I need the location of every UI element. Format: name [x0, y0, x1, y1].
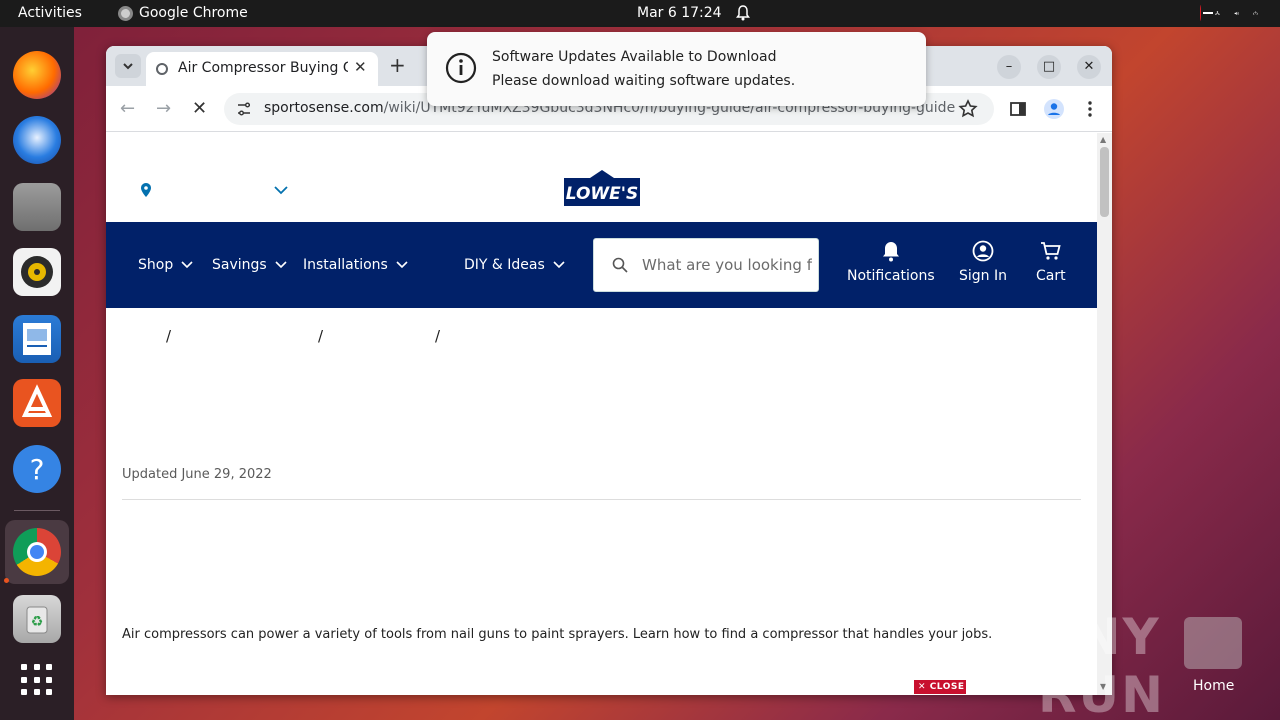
home-folder-icon[interactable] — [1184, 617, 1242, 669]
app-name: Google Chrome — [139, 5, 248, 21]
sign-in-label: Sign In — [959, 268, 1007, 284]
notifications-label: Notifications — [847, 268, 935, 284]
ad-close-label: CLOSE — [929, 682, 965, 692]
rhythmbox-icon[interactable] — [13, 248, 61, 296]
cart-link[interactable]: Cart — [1036, 240, 1066, 284]
watermark: ANY RUN — [1038, 608, 1165, 720]
chrome-window: Air Compressor Buying Guide ✕ + – □ ✕ ← … — [106, 46, 1112, 695]
chevron-down-icon — [275, 261, 287, 269]
notification-body: Please download waiting software updates… — [492, 73, 796, 89]
app-center-icon[interactable] — [13, 379, 61, 427]
cart-label: Cart — [1036, 268, 1066, 284]
site-info-icon[interactable] — [236, 101, 252, 117]
chevron-down-icon — [553, 261, 565, 269]
forward-button[interactable]: → — [156, 98, 171, 119]
volume-icon — [1234, 11, 1239, 15]
nav-diy-ideas[interactable]: DIY & Ideas — [464, 257, 565, 273]
breadcrumb-separator: / — [318, 327, 324, 345]
bookmark-star-icon[interactable] — [957, 98, 979, 120]
site-nav-bar: Shop Savings Installations DIY & Ideas W… — [106, 222, 1097, 308]
firefox-icon[interactable] — [13, 51, 61, 99]
libreoffice-writer-icon[interactable] — [13, 315, 61, 363]
url-host: sportosense.com — [264, 100, 384, 116]
store-chevron-down-icon[interactable] — [274, 185, 288, 195]
notification-title: Software Updates Available to Download — [492, 49, 777, 65]
stop-button[interactable]: ✕ — [192, 98, 207, 119]
maximize-button[interactable]: □ — [1037, 55, 1061, 79]
back-button[interactable]: ← — [120, 98, 135, 119]
profile-avatar-icon[interactable] — [1043, 98, 1065, 120]
svg-text:♻: ♻ — [31, 614, 44, 630]
updated-date: Updated June 29, 2022 — [122, 467, 272, 482]
network-icon — [1215, 10, 1220, 16]
nav-savings-label: Savings — [212, 257, 267, 273]
thunderbird-icon[interactable] — [13, 116, 61, 164]
info-icon — [445, 52, 477, 84]
do-not-disturb-icon — [1200, 5, 1218, 21]
tab-title: Air Compressor Buying Guide — [178, 60, 348, 76]
user-icon — [972, 240, 994, 262]
svg-text:LOWE'S: LOWE'S — [566, 184, 639, 204]
close-tab-icon[interactable]: ✕ — [354, 58, 367, 76]
bell-icon — [882, 242, 899, 262]
nav-savings[interactable]: Savings — [212, 257, 287, 273]
system-notification[interactable]: Software Updates Available to Download P… — [427, 32, 926, 106]
app-menu[interactable]: Google Chrome — [118, 5, 248, 21]
nav-installations[interactable]: Installations — [303, 257, 408, 273]
bell-icon — [736, 5, 750, 21]
tab-search-button[interactable] — [115, 54, 141, 78]
nav-shop-label: Shop — [138, 257, 174, 273]
scroll-up-arrow-icon[interactable]: ▲ — [1100, 135, 1106, 144]
chrome-menu-icon[interactable] — [1079, 98, 1101, 120]
nav-installations-label: Installations — [303, 257, 388, 273]
show-apps-icon[interactable] — [21, 664, 53, 696]
article-intro: Air compressors can power a variety of t… — [122, 627, 993, 642]
search-input[interactable] — [642, 253, 812, 277]
top-bar: Activities Google Chrome Mar 6 17:24 — [0, 0, 1280, 27]
lowes-logo[interactable]: LOWE'S — [564, 170, 640, 206]
system-tray[interactable] — [1200, 5, 1258, 21]
chrome-icon[interactable] — [13, 528, 61, 576]
breadcrumb-separator: / — [166, 327, 172, 345]
loading-favicon-icon — [156, 63, 168, 75]
help-icon[interactable]: ? — [13, 445, 61, 493]
power-icon — [1253, 10, 1258, 16]
divider — [122, 499, 1081, 500]
trash-icon[interactable]: ♻ — [13, 595, 61, 643]
chrome-small-icon — [118, 5, 133, 21]
files-icon[interactable] — [13, 183, 61, 231]
close-window-button[interactable]: ✕ — [1077, 55, 1101, 79]
dock-separator — [14, 510, 60, 511]
notifications-link[interactable]: Notifications — [847, 240, 935, 284]
location-pin-icon[interactable] — [141, 183, 151, 197]
site-search-box[interactable] — [593, 238, 819, 292]
breadcrumb-separator: / — [435, 327, 441, 345]
search-icon — [612, 257, 628, 273]
scrollbar-thumb[interactable] — [1100, 147, 1109, 217]
browser-tab[interactable]: Air Compressor Buying Guide ✕ — [146, 52, 378, 86]
new-tab-button[interactable]: + — [389, 53, 406, 77]
cart-icon — [1040, 242, 1061, 260]
home-folder-label: Home — [1193, 678, 1235, 694]
running-indicator — [4, 578, 9, 583]
nav-diy-label: DIY & Ideas — [464, 257, 545, 273]
clock[interactable]: Mar 6 17:24 — [637, 5, 722, 21]
ad-close-button[interactable]: ✕ CLOSE — [914, 680, 966, 694]
sign-in-link[interactable]: Sign In — [959, 240, 1007, 284]
nav-shop[interactable]: Shop — [138, 257, 193, 273]
side-panel-icon[interactable] — [1007, 98, 1029, 120]
svg-text:?: ? — [30, 453, 45, 486]
web-page: LOWE'S Shop Savings Installations DIY & … — [106, 133, 1097, 695]
dock: ? ♻ — [0, 27, 74, 720]
activities-button[interactable]: Activities — [18, 5, 82, 21]
chevron-down-icon — [396, 261, 408, 269]
chevron-down-icon — [181, 261, 193, 269]
minimize-button[interactable]: – — [997, 55, 1021, 79]
